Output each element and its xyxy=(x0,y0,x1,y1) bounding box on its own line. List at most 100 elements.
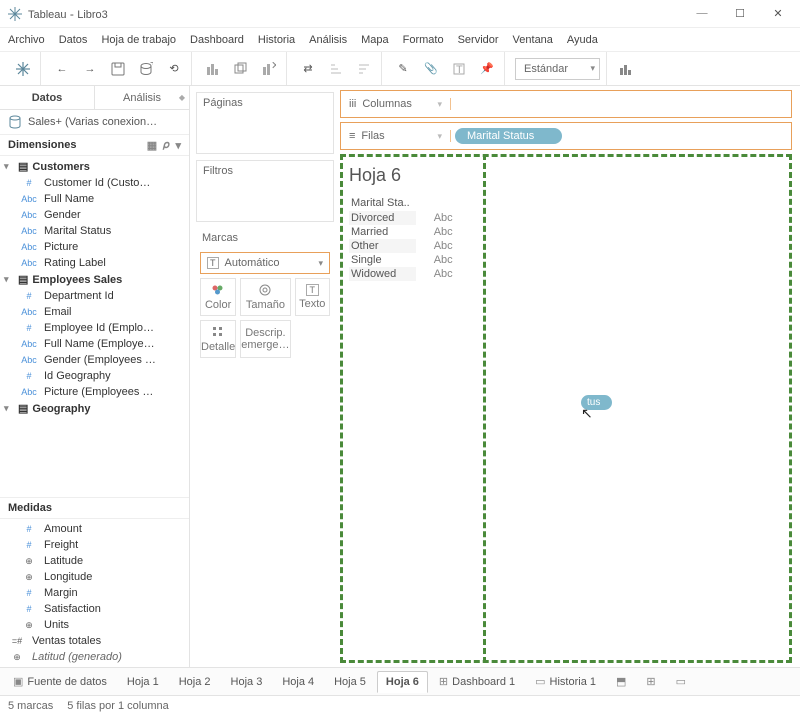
dimensions-header: Dimensiones ▦ 𝜌 ▾ xyxy=(0,134,189,156)
menu-ayuda[interactable]: Ayuda xyxy=(567,34,598,46)
sort-asc-button[interactable] xyxy=(325,58,347,80)
folder-icon: ▤ xyxy=(18,402,28,415)
measure-units[interactable]: ⊕Units xyxy=(0,617,189,633)
field-customer-id[interactable]: #Customer Id (Custo… xyxy=(0,175,189,191)
tab-datasource[interactable]: ▣Fuente de datos xyxy=(4,670,116,693)
drop-divider xyxy=(483,154,486,663)
menu-dashboard[interactable]: Dashboard xyxy=(190,34,244,46)
datasource-row[interactable]: Sales+ (Varias conexion… xyxy=(0,110,189,134)
minimize-button[interactable]: — xyxy=(692,7,712,20)
measure-satisfaction[interactable]: #Satisfaction xyxy=(0,601,189,617)
view-as-icon[interactable]: ▦ xyxy=(147,139,157,152)
sheet-title[interactable]: Hoja 6 xyxy=(349,165,781,186)
columns-shelf[interactable]: iiiColumnas xyxy=(340,90,792,118)
mark-color[interactable]: Color xyxy=(200,278,236,316)
pill-marital-status[interactable]: Marital Status xyxy=(455,128,562,144)
mark-size[interactable]: Tamaño xyxy=(240,278,290,316)
tab-hoja1[interactable]: Hoja 1 xyxy=(118,671,168,693)
duplicate-button[interactable] xyxy=(230,58,252,80)
tab-hoja6[interactable]: Hoja 6 xyxy=(377,671,428,693)
menu-formato[interactable]: Formato xyxy=(403,34,444,46)
new-story-button[interactable]: ▭ xyxy=(667,670,695,693)
new-worksheet-button[interactable]: ⬒ xyxy=(607,670,635,693)
new-dashboard-button[interactable]: ⊞ xyxy=(637,670,664,693)
totals-button[interactable]: T xyxy=(448,58,470,80)
sort-desc-button[interactable] xyxy=(353,58,375,80)
filters-card[interactable]: Filtros xyxy=(196,160,334,222)
menu-mapa[interactable]: Mapa xyxy=(361,34,389,46)
close-button[interactable]: ✕ xyxy=(768,7,788,20)
back-button[interactable]: ← xyxy=(51,58,73,80)
field-gender-emp[interactable]: AbcGender (Employees … xyxy=(0,352,189,368)
dropdown-icon[interactable]: ▾ xyxy=(175,139,181,152)
fit-select[interactable]: Estándar xyxy=(515,58,600,80)
measure-amount[interactable]: #Amount xyxy=(0,521,189,537)
pin-button[interactable]: 📌 xyxy=(476,58,498,80)
forward-button[interactable]: → xyxy=(79,58,101,80)
group-customers[interactable]: ▾▤Customers xyxy=(0,158,189,175)
field-rating-label[interactable]: AbcRating Label xyxy=(0,255,189,271)
field-picture-emp[interactable]: AbcPicture (Employees … xyxy=(0,384,189,400)
mark-detail[interactable]: Detalle xyxy=(200,320,236,358)
rows-shelf[interactable]: ≡Filas Marital Status xyxy=(340,122,792,150)
field-email[interactable]: AbcEmail xyxy=(0,304,189,320)
measure-latitude[interactable]: ⊕Latitude xyxy=(0,553,189,569)
filters-label: Filtros xyxy=(197,161,333,181)
worksheet-canvas[interactable]: Hoja 6 Marital Sta.. DivorcedAbc Married… xyxy=(340,154,792,663)
tab-hoja5[interactable]: Hoja 5 xyxy=(325,671,375,693)
new-sheet-button[interactable] xyxy=(202,58,224,80)
measure-latitud-gen[interactable]: ⊕Latitud (generado) xyxy=(0,649,189,665)
tab-hoja3[interactable]: Hoja 3 xyxy=(222,671,272,693)
new-dashboard-icon: ⊞ xyxy=(646,675,655,688)
tab-analisis[interactable]: Análisis xyxy=(94,86,189,109)
field-department-id[interactable]: #Department Id xyxy=(0,288,189,304)
measures-header: Medidas xyxy=(0,497,189,519)
field-gender[interactable]: AbcGender xyxy=(0,207,189,223)
measure-margin[interactable]: #Margin xyxy=(0,585,189,601)
highlight-button[interactable]: ✎ xyxy=(392,58,414,80)
field-marital-status[interactable]: AbcMarital Status xyxy=(0,223,189,239)
new-datasource-button[interactable]: + xyxy=(135,58,157,80)
table-row[interactable]: SingleAbc xyxy=(349,253,459,267)
marks-type-select[interactable]: T Automático xyxy=(200,252,330,274)
field-employee-id[interactable]: #Employee Id (Emplo… xyxy=(0,320,189,336)
clear-button[interactable]: ✕ xyxy=(258,58,280,80)
tab-historia1[interactable]: ▭Historia 1 xyxy=(526,670,605,693)
menu-archivo[interactable]: Archivo xyxy=(8,34,45,46)
menu-historia[interactable]: Historia xyxy=(258,34,295,46)
tab-hoja4[interactable]: Hoja 4 xyxy=(273,671,323,693)
table-row[interactable]: OtherAbc xyxy=(349,239,459,253)
group-geography[interactable]: ▾▤Geography xyxy=(0,400,189,417)
measure-ventas-totales[interactable]: =#Ventas totales xyxy=(0,633,189,649)
mark-text[interactable]: TTexto xyxy=(295,278,330,316)
field-id-geography[interactable]: #Id Geography xyxy=(0,368,189,384)
group-employees-sales[interactable]: ▾▤Employees Sales xyxy=(0,271,189,288)
menu-datos[interactable]: Datos xyxy=(59,34,88,46)
measure-freight[interactable]: #Freight xyxy=(0,537,189,553)
showme-button[interactable] xyxy=(617,58,639,80)
tab-datos[interactable]: Datos xyxy=(0,86,94,109)
find-icon[interactable]: 𝜌 xyxy=(163,139,169,152)
refresh-button[interactable]: ⟲ xyxy=(163,58,185,80)
menu-ventana[interactable]: Ventana xyxy=(513,34,553,46)
maximize-button[interactable]: ☐ xyxy=(730,7,750,20)
table-row[interactable]: MarriedAbc xyxy=(349,225,459,239)
measure-longitude[interactable]: ⊕Longitude xyxy=(0,569,189,585)
field-picture[interactable]: AbcPicture xyxy=(0,239,189,255)
field-full-name-emp[interactable]: AbcFull Name (Employe… xyxy=(0,336,189,352)
menu-servidor[interactable]: Servidor xyxy=(458,34,499,46)
menu-hoja[interactable]: Hoja de trabajo xyxy=(101,34,176,46)
group-button[interactable]: 📎 xyxy=(420,58,442,80)
tab-hoja2[interactable]: Hoja 2 xyxy=(170,671,220,693)
field-full-name[interactable]: AbcFull Name xyxy=(0,191,189,207)
save-button[interactable] xyxy=(107,58,129,80)
tableau-icon[interactable] xyxy=(12,58,34,80)
table-row[interactable]: WidowedAbc xyxy=(349,267,459,281)
column-header[interactable]: Marital Sta.. xyxy=(349,196,416,211)
tab-dashboard1[interactable]: ⊞Dashboard 1 xyxy=(430,670,524,693)
table-row[interactable]: DivorcedAbc xyxy=(349,211,459,225)
mark-tooltip[interactable]: Descrip. emerge… xyxy=(240,320,290,358)
swap-button[interactable]: ⇄ xyxy=(297,58,319,80)
pages-card[interactable]: Páginas xyxy=(196,92,334,154)
menu-analisis[interactable]: Análisis xyxy=(309,34,347,46)
